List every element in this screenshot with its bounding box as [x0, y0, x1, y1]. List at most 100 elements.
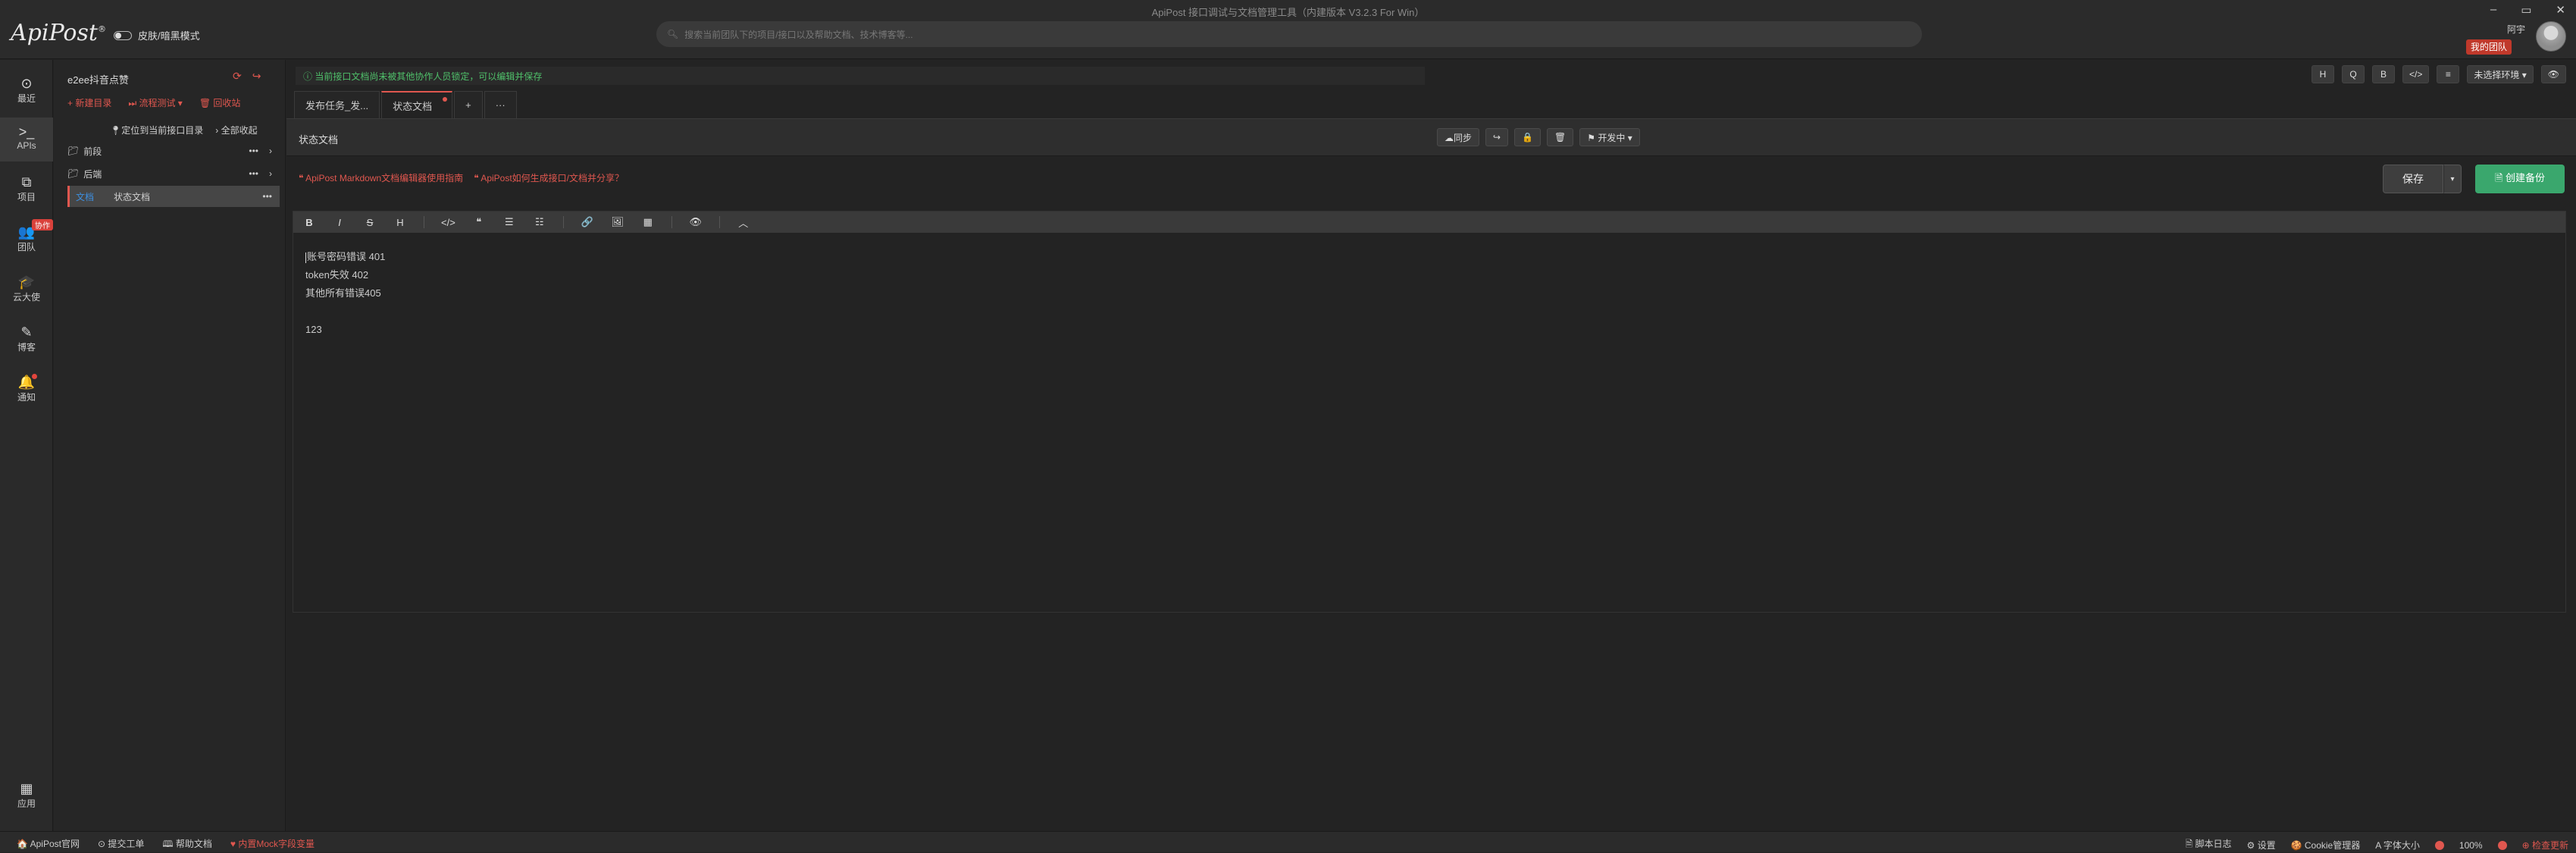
nav-item-recent[interactable]: ⊙ 最近	[0, 69, 53, 113]
settings-button[interactable]: ⚙ 设置	[2246, 839, 2275, 851]
table-button[interactable]: ▦	[641, 216, 655, 228]
heading-tool-button[interactable]: H	[2312, 65, 2334, 83]
cookie-manager-button[interactable]: 🍪 Cookie管理器	[2291, 839, 2361, 851]
editor-line[interactable]: 账号密码错误 401	[305, 248, 385, 266]
submit-ticket-link[interactable]: ⊙ 提交工单	[98, 837, 144, 853]
nav-item-apis[interactable]: >_ APIs	[0, 118, 53, 162]
nav-item-team[interactable]: 协作 👥 团队	[0, 218, 53, 262]
status-select[interactable]: ⚑ 开发中 ▾	[1579, 128, 1640, 146]
collab-badge: 协作	[32, 219, 53, 230]
tab-more-button[interactable]: ···	[484, 91, 517, 118]
unordered-list-button[interactable]: ☰	[502, 216, 516, 228]
unsaved-dot	[443, 97, 448, 102]
font-size-label: A 字体大小	[2375, 840, 2420, 851]
chevron-right-icon[interactable]: ›	[269, 168, 272, 179]
create-backup-button[interactable]: 🗎 创建备份	[2475, 165, 2565, 193]
more-icon[interactable]: •••	[249, 168, 258, 179]
collapse-toolbar-button[interactable]: ︿	[737, 215, 750, 230]
eye-icon[interactable]: 👁	[2540, 65, 2566, 83]
editor-line[interactable]	[305, 303, 385, 321]
tree-actions: + 新建目录 ⏭ 流程测试 ▾ 🗑 回收站	[67, 96, 240, 109]
markdown-editor[interactable]: B I S H </> ❝ ☰ ☷ 🔗 🖼 ▦ 👁 ︿ 账号密码错误 401 t…	[293, 211, 2566, 613]
tree-doc-status[interactable]: 文档 状态文档 •••	[67, 186, 280, 207]
search-tool-button[interactable]: Q	[2342, 65, 2365, 83]
heading-button[interactable]: H	[393, 217, 407, 228]
sync-button[interactable]: ☁同步	[1437, 128, 1480, 146]
add-tab-button[interactable]: +	[454, 91, 483, 118]
locate-current-button[interactable]: 📍︎定位到当前接口目录	[110, 124, 203, 136]
doc-title[interactable]: 状态文档	[299, 132, 338, 146]
italic-button[interactable]: I	[333, 217, 346, 228]
ordered-list-button[interactable]: ☷	[533, 216, 546, 228]
bold-button[interactable]: B	[302, 217, 316, 228]
share-icon[interactable]: ↪	[252, 70, 261, 83]
top-right-tools: H Q B </> ≡ 未选择环境 ▾ 👁	[2312, 65, 2566, 83]
code-tool-button[interactable]: </>	[2402, 65, 2430, 83]
tree-folder-frontend[interactable]: 📁︎ 前段 ••• ›	[67, 140, 280, 162]
title-bar: ApiPost® 皮肤/暗黑模式 ApiPost 接口调试与文档管理工具（内建版…	[0, 0, 2576, 59]
chevron-right-icon[interactable]: ›	[269, 146, 272, 156]
zoom-out-icon[interactable]	[2434, 840, 2444, 850]
more-icon[interactable]: •••	[262, 191, 272, 202]
doc-header: 状态文档 ☁同步 ↪ 🔒 🗑 ⚑ 开发中 ▾	[286, 118, 2576, 156]
new-folder-button[interactable]: + 新建目录	[67, 96, 111, 109]
tree-folder-backend[interactable]: 📁︎ 后端 ••• ›	[67, 163, 280, 184]
window-controls: – ▭ ✕	[2490, 3, 2565, 17]
minimize-button[interactable]: –	[2490, 3, 2496, 17]
editor-line[interactable]: 其他所有错误405	[305, 284, 385, 303]
nav-label: 项目	[17, 192, 36, 202]
nav-item-apps[interactable]: ▦ 应用	[0, 774, 53, 818]
toggle-switch-icon[interactable]	[114, 30, 132, 40]
close-button[interactable]: ✕	[2556, 3, 2565, 17]
maximize-button[interactable]: ▭	[2521, 3, 2531, 17]
official-site-link[interactable]: 🏠 ApiPost官网	[17, 837, 80, 853]
zoom-in-icon[interactable]	[2497, 840, 2507, 850]
bold-tool-button[interactable]: B	[2372, 65, 2395, 83]
theme-toggle[interactable]: 皮肤/暗黑模式	[114, 28, 200, 42]
tab-status-doc[interactable]: 状态文档	[381, 91, 453, 118]
markdown-guide-link[interactable]: ❝ ApiPost Markdown文档编辑器使用指南	[299, 171, 463, 184]
editor-line[interactable]: 123	[305, 321, 385, 339]
lock-button[interactable]: 🔒	[1514, 128, 1542, 146]
nav-item-ambassador[interactable]: 🎓 云大使	[0, 268, 53, 312]
tab-publish-task[interactable]: 发布任务_发...	[294, 91, 380, 118]
collapse-all-button[interactable]: › 全部收起	[215, 124, 257, 136]
team-badge[interactable]: 我的团队	[2466, 39, 2512, 55]
share-guide-link[interactable]: ❝ ApiPost如何生成接口/文档并分享？	[474, 171, 624, 184]
check-update-button[interactable]: ⊕ 检查更新	[2522, 839, 2568, 851]
more-icon[interactable]: •••	[249, 146, 258, 156]
quote-button[interactable]: ❝	[472, 216, 486, 228]
save-dropdown-button[interactable]: ▾	[2443, 165, 2462, 193]
save-button[interactable]: 保存	[2383, 165, 2443, 193]
doc-label: 状态文档	[114, 191, 151, 202]
delete-button[interactable]: 🗑	[1547, 128, 1574, 146]
nav-item-blog[interactable]: ✎ 博客	[0, 318, 53, 362]
nav-label: 云大使	[12, 292, 40, 303]
code-button[interactable]: </>	[441, 217, 455, 228]
folder-icon: 📁︎	[67, 168, 80, 179]
help-docs-link[interactable]: 🕮 帮助文档	[162, 837, 211, 853]
toolbar-divider	[718, 216, 720, 228]
markdown-toolbar: B I S H </> ❝ ☰ ☷ 🔗 🖼 ▦ 👁 ︿	[293, 212, 2565, 233]
environment-select[interactable]: 未选择环境 ▾	[2467, 65, 2534, 83]
image-button[interactable]: 🖼	[611, 216, 624, 228]
search-input[interactable]: 搜索当前团队下的项目/接口以及帮助文档、技术博客等...	[684, 28, 912, 41]
tree-header-icons: ⟳ ↪	[233, 70, 261, 83]
editor-line[interactable]: token失效 402	[305, 266, 385, 284]
strikethrough-button[interactable]: S	[363, 217, 377, 228]
nav-item-projects[interactable]: ⧉ 项目	[0, 168, 53, 212]
avatar[interactable]	[2536, 21, 2566, 52]
doc-type-tag: 文档	[76, 191, 95, 202]
global-search[interactable]: 🔍︎ 搜索当前团队下的项目/接口以及帮助文档、技术博客等...	[656, 21, 1922, 47]
nav-item-notifications[interactable]: 🔔 通知	[0, 368, 53, 412]
mock-vars-link[interactable]: ♥ 内置Mock字段变量	[230, 837, 315, 853]
refresh-icon[interactable]: ⟳	[233, 70, 242, 83]
flow-test-button[interactable]: ⏭ 流程测试 ▾	[128, 96, 183, 109]
settings-tool-button[interactable]: ≡	[2437, 65, 2460, 83]
preview-button[interactable]: 👁	[689, 216, 703, 228]
script-log-button[interactable]: 🗎 脚本日志	[2186, 837, 2232, 853]
link-button[interactable]: 🔗	[581, 216, 594, 228]
share-button[interactable]: ↪	[1485, 128, 1509, 146]
recycle-bin-button[interactable]: 🗑 回收站	[199, 96, 241, 109]
editor-content[interactable]: 账号密码错误 401 token失效 402 其他所有错误405 123	[305, 248, 385, 339]
